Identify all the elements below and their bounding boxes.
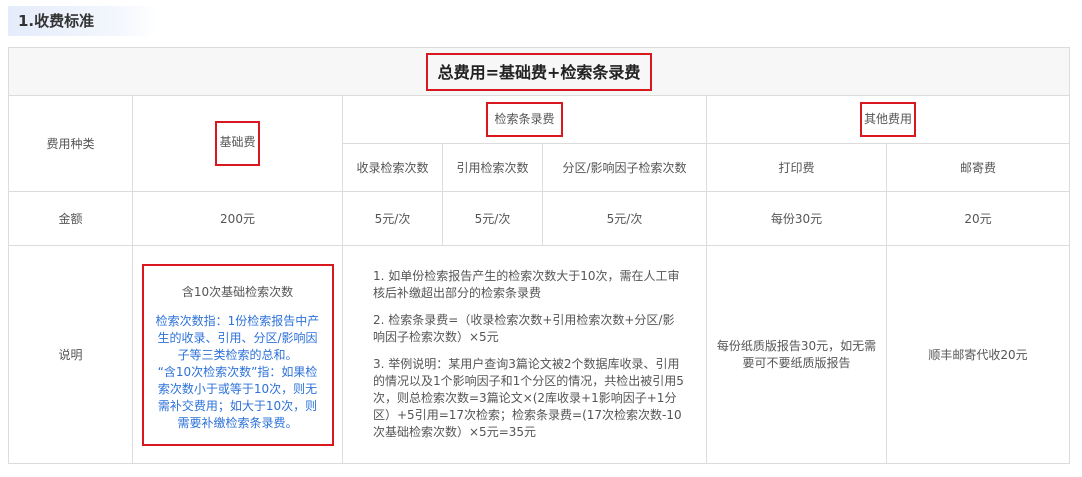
base-note-detail-1: 检索次数指：1份检索报告中产生的收录、引用、分区/影响因子等三类检索的总和。: [155, 313, 320, 362]
other-fee-header: 其他费用: [859, 102, 916, 137]
search-note-p1: 1. 如单份检索报告产生的检索次数大于10次，需在人工审核后补缴超出部分的检索条…: [373, 269, 680, 300]
search-note: 1. 如单份检索报告产生的检索次数大于10次，需在人工审核后补缴超出部分的检索条…: [343, 268, 706, 441]
mail-note: 顺丰邮寄代收20元: [886, 245, 1070, 464]
amount-row: 金额 200元 5元/次 5元/次 5元/次 每份30元 20元: [8, 191, 1070, 246]
fee-type-header: 费用种类: [8, 95, 133, 192]
amount-print: 每份30元: [706, 191, 887, 246]
amount-base: 200元: [132, 191, 343, 246]
base-note-detail-2: “含10次检索次数”指：如果检索次数小于或等于10次，则无需补交费用；如大于10…: [157, 364, 318, 430]
section-title: 1.收费标准: [8, 6, 158, 36]
table-title: 总费用=基础费+检索条录费: [425, 52, 653, 91]
base-note-box: 含10次基础检索次数 检索次数指：1份检索报告中产生的收录、引用、分区/影响因子…: [141, 263, 334, 446]
other-fee-header-cell: 其他费用: [706, 95, 1070, 144]
print-note: 每份纸质版报告30元，如无需要可不要纸质版报告: [716, 338, 877, 370]
base-note-cell: 含10次基础检索次数 检索次数指：1份检索报告中产生的收录、引用、分区/影响因子…: [132, 245, 343, 464]
mail-fee-header: 邮寄费: [886, 143, 1070, 192]
base-note-title: 含10次基础检索次数: [181, 284, 294, 299]
amount-zone: 5元/次: [542, 191, 707, 246]
print-note-cell: 每份纸质版报告30元，如无需要可不要纸质版报告: [706, 245, 887, 464]
header-row: 费用种类 基础费 检索条录费 其他费用: [8, 95, 1070, 192]
base-fee-header: 基础费: [215, 121, 260, 166]
zone-count-header: 分区/影响因子检索次数: [542, 143, 707, 192]
search-fee-header: 检索条录费: [486, 102, 563, 137]
print-fee-header: 打印费: [706, 143, 887, 192]
base-fee-header-cell: 基础费: [132, 95, 343, 192]
table-title-row: 总费用=基础费+检索条录费: [8, 47, 1070, 96]
amount-label: 金额: [8, 191, 133, 246]
search-note-cell: 1. 如单份检索报告产生的检索次数大于10次，需在人工审核后补缴超出部分的检索条…: [342, 245, 707, 464]
amount-mail: 20元: [886, 191, 1070, 246]
amount-cite: 5元/次: [442, 191, 543, 246]
amount-record: 5元/次: [342, 191, 443, 246]
search-fee-header-cell: 检索条录费: [342, 95, 707, 144]
search-note-p3: 3. 举例说明：某用户查询3篇论文被2个数据库收录、引用的情况以及1个影响因子和…: [373, 357, 684, 439]
fee-standard-table: 总费用=基础费+检索条录费 费用种类 基础费 检索条录费 其他费用 收录检索次数…: [8, 47, 1070, 464]
table-title-cell: 总费用=基础费+检索条录费: [8, 47, 1070, 96]
cite-count-header: 引用检索次数: [442, 143, 543, 192]
search-note-p2: 2. 检索条录费=（收录检索次数+引用检索次数+分区/影响因子检索次数）×5元: [373, 313, 675, 344]
record-count-header: 收录检索次数: [342, 143, 443, 192]
note-row: 说明 含10次基础检索次数 检索次数指：1份检索报告中产生的收录、引用、分区/影…: [8, 245, 1070, 464]
note-label: 说明: [8, 245, 133, 464]
